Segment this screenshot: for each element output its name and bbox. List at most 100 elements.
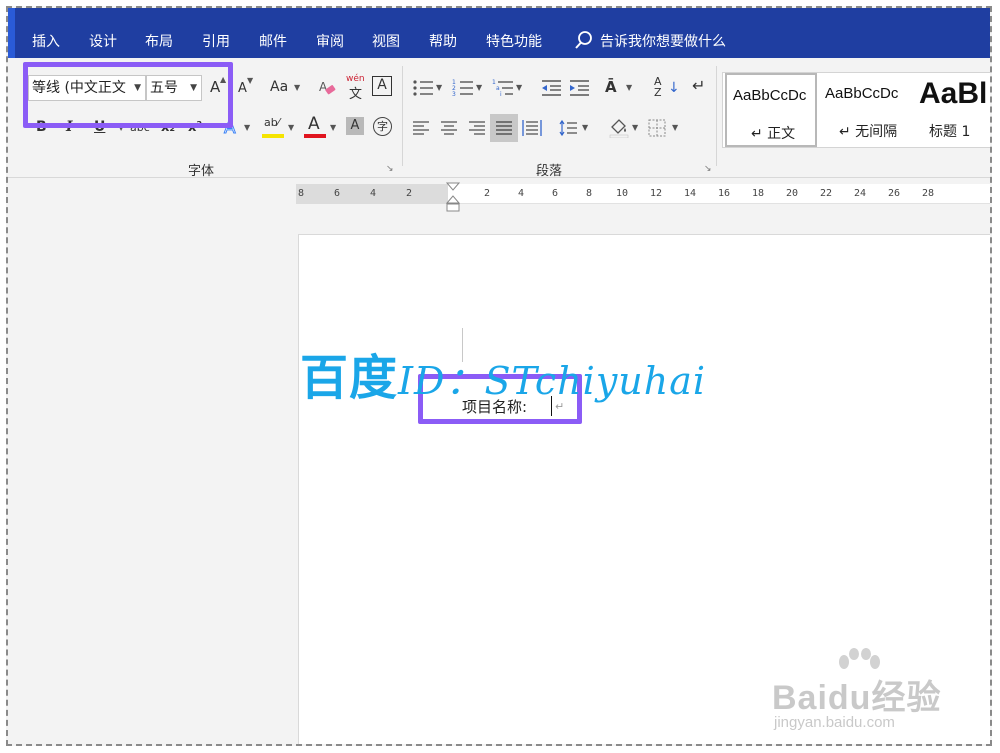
search-icon[interactable] — [574, 30, 594, 50]
tab-references[interactable]: 引用 — [202, 31, 230, 51]
tab-special-features[interactable]: 特色功能 — [486, 31, 542, 51]
style-no-spacing[interactable]: AaBbCcDc ↵ 无间隔 — [819, 73, 911, 147]
ruler-tick-label: 12 — [650, 188, 663, 199]
text-direction-button[interactable]: Ā — [605, 77, 617, 97]
borders-icon[interactable] — [648, 119, 666, 137]
author-watermark: 百度ID：STchiyuhai — [300, 338, 706, 408]
horizontal-ruler[interactable]: 8 6 4 2 2 4 6 8 10 12 14 16 18 20 22 24 … — [296, 184, 990, 204]
svg-text:i: i — [500, 91, 502, 98]
font-name-value: 等线 (中文正文 — [32, 80, 126, 96]
phonetic-char-icon: 文 — [349, 87, 363, 102]
increase-indent-icon[interactable] — [568, 78, 590, 98]
style-preview: AaBl — [919, 77, 988, 110]
decrease-indent-icon[interactable] — [540, 78, 562, 98]
chevron-down-icon[interactable]: ▼ — [476, 83, 482, 92]
font-size-combo[interactable]: 五号 ▼ — [146, 75, 202, 101]
font-color-letter: A — [308, 114, 320, 134]
paragraph-dialog-launcher-icon[interactable]: ↘ — [704, 164, 712, 174]
tab-review[interactable]: 审阅 — [316, 31, 344, 51]
paragraph-group-label: 段落 — [536, 164, 563, 179]
phonetic-guide-button[interactable]: wén — [346, 74, 365, 84]
chevron-down-icon[interactable]: ▼ — [330, 123, 336, 132]
ruler-tick-label: 4 — [518, 188, 525, 199]
chevron-down-icon[interactable]: ▼ — [626, 83, 632, 92]
ruler-tick-label: 22 — [820, 188, 833, 199]
bold-button[interactable]: B — [36, 117, 47, 137]
chevron-down-icon[interactable]: ▼ — [632, 123, 638, 132]
enclose-characters-button[interactable]: 字 — [373, 117, 392, 136]
font-name-combo[interactable]: 等线 (中文正文 ▼ — [28, 75, 146, 101]
show-marks-button[interactable]: ↵ — [692, 76, 705, 96]
grow-font-button[interactable]: A — [210, 77, 220, 97]
font-dialog-launcher-icon[interactable]: ↘ — [386, 164, 394, 174]
chevron-down-icon[interactable]: ▼ — [288, 123, 294, 132]
distributed-icon[interactable] — [522, 119, 542, 137]
highlight-color-button[interactable]: ab⁄ — [262, 116, 284, 140]
chevron-down-icon[interactable]: ▼ — [190, 76, 197, 100]
ruler-tick-label: 26 — [888, 188, 901, 199]
chevron-down-icon[interactable]: ▼ — [516, 83, 522, 92]
chevron-down-icon[interactable]: ▼ — [118, 123, 124, 132]
app-window: 插入 设计 布局 引用 邮件 审阅 视图 帮助 特色功能 告诉我你想要做什么 等… — [6, 6, 992, 746]
bullets-icon[interactable] — [412, 78, 434, 98]
subscript-button[interactable]: x₂ — [161, 118, 175, 138]
superscript-button[interactable]: x² — [188, 118, 202, 138]
group-separator — [716, 66, 717, 166]
chevron-down-icon[interactable]: ▼ — [436, 83, 442, 92]
highlight-color-swatch — [262, 134, 284, 138]
style-name: ↵ 正文 — [751, 126, 796, 142]
tab-view[interactable]: 视图 — [372, 31, 400, 51]
ruler-tick-label: 16 — [718, 188, 731, 199]
character-border-button[interactable]: A — [372, 76, 392, 96]
tab-insert[interactable]: 插入 — [32, 31, 60, 51]
tab-mailings[interactable]: 邮件 — [259, 31, 287, 51]
menu-bar-accent — [8, 8, 15, 58]
indent-marker-icon[interactable] — [446, 182, 460, 212]
sort-arrow-icon: ↓ — [668, 80, 680, 96]
ruler-tick-label: 24 — [854, 188, 867, 199]
ruler-tick-label: 20 — [786, 188, 799, 199]
ruler-tick-label: 6 — [334, 188, 341, 199]
ruler-tick-label: 6 — [552, 188, 559, 199]
chevron-down-icon[interactable]: ▼ — [294, 83, 300, 92]
chevron-down-icon[interactable]: ▼ — [134, 76, 141, 100]
watermark-id: ID：STchiyuhai — [398, 359, 707, 403]
align-left-icon[interactable] — [412, 120, 430, 136]
style-heading-1[interactable]: AaBl 标题 1 — [913, 73, 990, 147]
text-effects-button[interactable]: A — [224, 118, 237, 139]
change-case-button[interactable]: Aa — [270, 77, 288, 97]
line-spacing-icon[interactable] — [558, 119, 578, 137]
shading-icon[interactable] — [608, 116, 630, 138]
strikethrough-button[interactable]: abc — [130, 118, 150, 138]
highlighter-icon: ab⁄ — [264, 116, 280, 129]
svg-text:3: 3 — [452, 91, 456, 98]
ruler-tick-label: 18 — [752, 188, 765, 199]
ribbon: 等线 (中文正文 ▼ 五号 ▼ A ▲ A ▼ Aa ▼ A wén 文 A B… — [8, 58, 990, 179]
style-normal[interactable]: AaBbCcDc ↵ 正文 — [725, 73, 817, 147]
clear-formatting-icon[interactable]: A — [318, 78, 338, 98]
baidu-url-text: jingyan.baidu.com — [774, 714, 895, 731]
ruler-tick-label: 8 — [586, 188, 593, 199]
tab-layout[interactable]: 布局 — [145, 31, 173, 51]
align-center-icon[interactable] — [440, 120, 458, 136]
multilevel-list-icon[interactable]: 1ai — [492, 78, 514, 98]
sort-button[interactable]: AZ — [654, 76, 662, 98]
chevron-down-icon[interactable]: ▼ — [582, 123, 588, 132]
italic-button[interactable]: I — [66, 117, 73, 137]
shrink-arrow-icon: ▼ — [247, 76, 254, 85]
chevron-down-icon[interactable]: ▼ — [244, 123, 250, 132]
align-right-icon[interactable] — [468, 120, 486, 136]
chevron-down-icon[interactable]: ▼ — [672, 123, 678, 132]
justify-button[interactable] — [490, 114, 518, 142]
shrink-font-button[interactable]: A — [238, 79, 247, 99]
tell-me-search[interactable]: 告诉我你想要做什么 — [600, 31, 726, 51]
tab-help[interactable]: 帮助 — [429, 31, 457, 51]
numbering-icon[interactable]: 123 — [452, 78, 474, 98]
underline-button[interactable]: U — [94, 117, 105, 137]
character-shading-button[interactable]: A — [346, 117, 364, 135]
tab-design[interactable]: 设计 — [89, 31, 117, 51]
grow-arrow-icon: ▲ — [220, 75, 227, 84]
ruler-tick-label: 8 — [298, 188, 305, 199]
ruler-tick-label: 2 — [406, 188, 413, 199]
font-color-button[interactable]: A — [304, 114, 326, 140]
